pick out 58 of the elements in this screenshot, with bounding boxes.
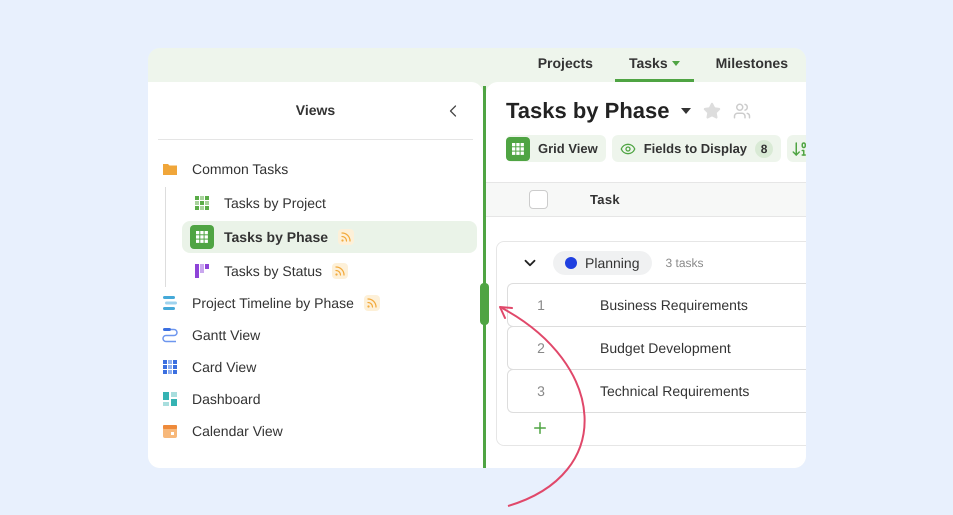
view-label: Calendar View [192,422,283,440]
nav-tab[interactable]: Projects [524,48,607,82]
view-item[interactable]: Tasks by Project [182,187,477,219]
task-name: Budget Development [600,338,731,358]
row-number: 1 [536,296,546,314]
sort-icon [791,140,806,158]
task-row[interactable]: 3 Technical Requirements [507,369,806,413]
fields-button[interactable]: Fields to Display 8 [612,135,782,162]
view-label: Gantt View [192,326,260,344]
view-label: Dashboard [192,390,260,408]
task-row[interactable]: 1 Business Requirements [507,283,806,327]
kanban-icon [194,263,210,279]
view-item[interactable]: Common Tasks [148,153,477,185]
view-label: Tasks by Project [224,194,326,213]
cards-icon [162,359,178,375]
star-icon[interactable] [703,102,722,120]
grid-icon [194,195,210,211]
rss-icon [364,295,380,311]
view-item[interactable]: Tasks by Phase [182,221,477,253]
add-icon[interactable] [531,419,549,437]
caret-icon[interactable] [681,108,692,114]
grid-view-button[interactable]: Grid View [506,135,606,162]
gantt-icon [162,327,178,343]
group-count: 3 tasks [666,255,704,272]
row-number: 2 [536,338,546,358]
nav-tab[interactable]: Milestones [702,48,802,82]
timeline-icon [162,295,178,311]
view-label: Project Timeline by Phase [192,294,354,313]
view-item[interactable]: Gantt View [148,319,477,351]
column-header: Task [590,190,620,209]
task-name: Business Requirements [600,296,748,315]
select-all-checkbox[interactable] [529,190,548,209]
task-name: Technical Requirements [600,382,750,401]
row-number: 3 [536,382,546,400]
view-item[interactable]: Project Timeline by Phase [148,287,477,319]
view-item[interactable]: Calendar View [148,415,477,447]
panel-title: Views [296,101,336,120]
people-icon[interactable] [733,102,752,120]
view-item[interactable]: Card View [148,351,477,383]
view-label: Common Tasks [192,160,288,178]
grid-icon [506,136,530,160]
folder-icon [162,161,178,177]
rss-icon [332,263,348,279]
group-label: Planning [585,254,640,273]
grid-icon [190,225,214,249]
rss-icon [338,229,354,245]
view-item[interactable]: Tasks by Status [182,255,477,287]
calendar-icon [162,423,178,439]
view-label: Tasks by Phase [224,228,328,247]
caret-icon [672,61,680,66]
count-badge: 8 [755,140,774,158]
view-label: Tasks by Status [224,262,322,281]
view-label: Card View [192,358,256,376]
resize-handle[interactable] [480,283,489,325]
dashboard-icon [162,391,178,407]
eye-icon [620,140,636,156]
view-title: Tasks by Phase [506,97,670,125]
view-item[interactable]: Dashboard [148,383,477,415]
